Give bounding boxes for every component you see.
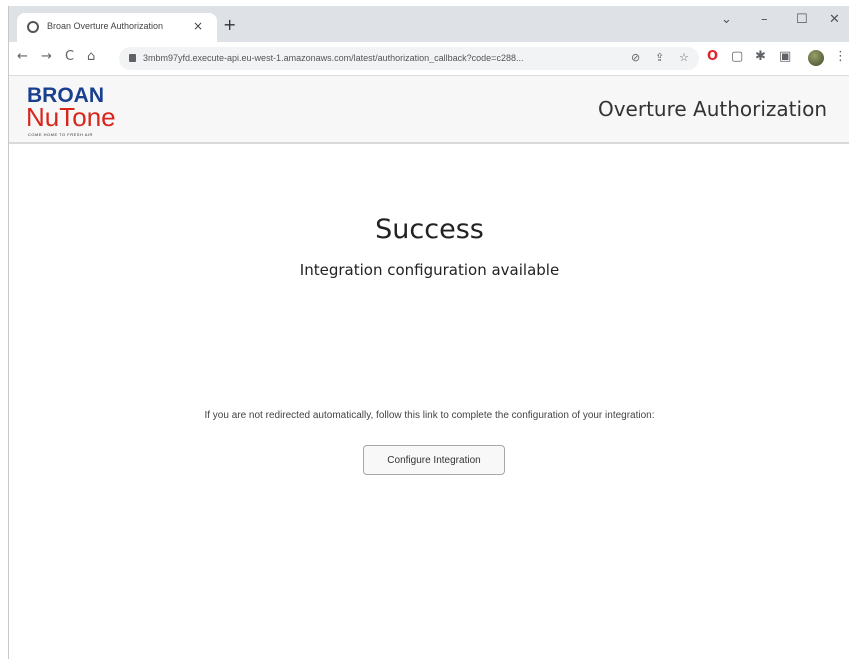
tab-strip: Broan Overture Authorization × + ⌄ – ☐ ✕ (9, 6, 849, 42)
tab-close-icon[interactable]: × (193, 19, 203, 33)
lock-icon[interactable] (129, 54, 136, 62)
page-header-title: Overture Authorization (597, 97, 827, 121)
bookmark-star-icon[interactable]: ☆ (679, 51, 689, 64)
logo-nutone-text: NuTone (26, 102, 116, 132)
maximize-icon[interactable]: ☐ (796, 12, 808, 27)
success-subtitle: Integration configuration available (299, 261, 560, 279)
avatar[interactable] (808, 50, 824, 66)
browser-tab[interactable]: Broan Overture Authorization × (17, 13, 217, 42)
success-title: Success (375, 214, 484, 245)
new-tab-icon[interactable]: + (223, 15, 236, 34)
extension-icon[interactable]: ▢ (731, 49, 743, 64)
globe-icon (27, 21, 39, 33)
logo-tagline: COME HOME TO FRESH AIR (28, 132, 93, 137)
side-panel-icon[interactable]: ▣ (779, 49, 791, 64)
reload-icon[interactable]: C (65, 49, 74, 64)
home-icon[interactable]: ⌂ (87, 49, 95, 64)
configure-integration-button[interactable]: Configure Integration (363, 445, 505, 475)
address-bar[interactable]: 3mbm97yfd.execute-api.eu-west-1.amazonaw… (119, 47, 699, 70)
browser-toolbar: ← → C ⌂ 3mbm97yfd.execute-api.eu-west-1.… (9, 42, 849, 76)
browser-window: Broan Overture Authorization × + ⌄ – ☐ ✕… (8, 6, 849, 659)
minimize-icon[interactable]: – (761, 12, 768, 27)
menu-kebab-icon[interactable]: ⋮ (834, 49, 847, 64)
tab-title: Broan Overture Authorization (47, 21, 164, 31)
share-icon[interactable]: ⇪ (655, 51, 664, 64)
url-text[interactable]: 3mbm97yfd.execute-api.eu-west-1.amazonaw… (143, 53, 613, 63)
close-window-icon[interactable]: ✕ (829, 12, 840, 27)
puzzle-icon[interactable]: ✱ (755, 49, 766, 64)
opera-extension-icon[interactable]: O (707, 49, 718, 64)
forward-icon[interactable]: → (41, 49, 52, 64)
back-icon[interactable]: ← (17, 49, 28, 64)
eye-off-icon[interactable]: ⊘ (631, 51, 640, 64)
site-header: BROAN NuTone COME HOME TO FRESH AIR Over… (9, 76, 849, 144)
main-content: Success Integration configuration availa… (9, 144, 849, 659)
tab-search-icon[interactable]: ⌄ (721, 12, 732, 27)
redirect-message: If you are not redirected automatically,… (204, 410, 655, 421)
